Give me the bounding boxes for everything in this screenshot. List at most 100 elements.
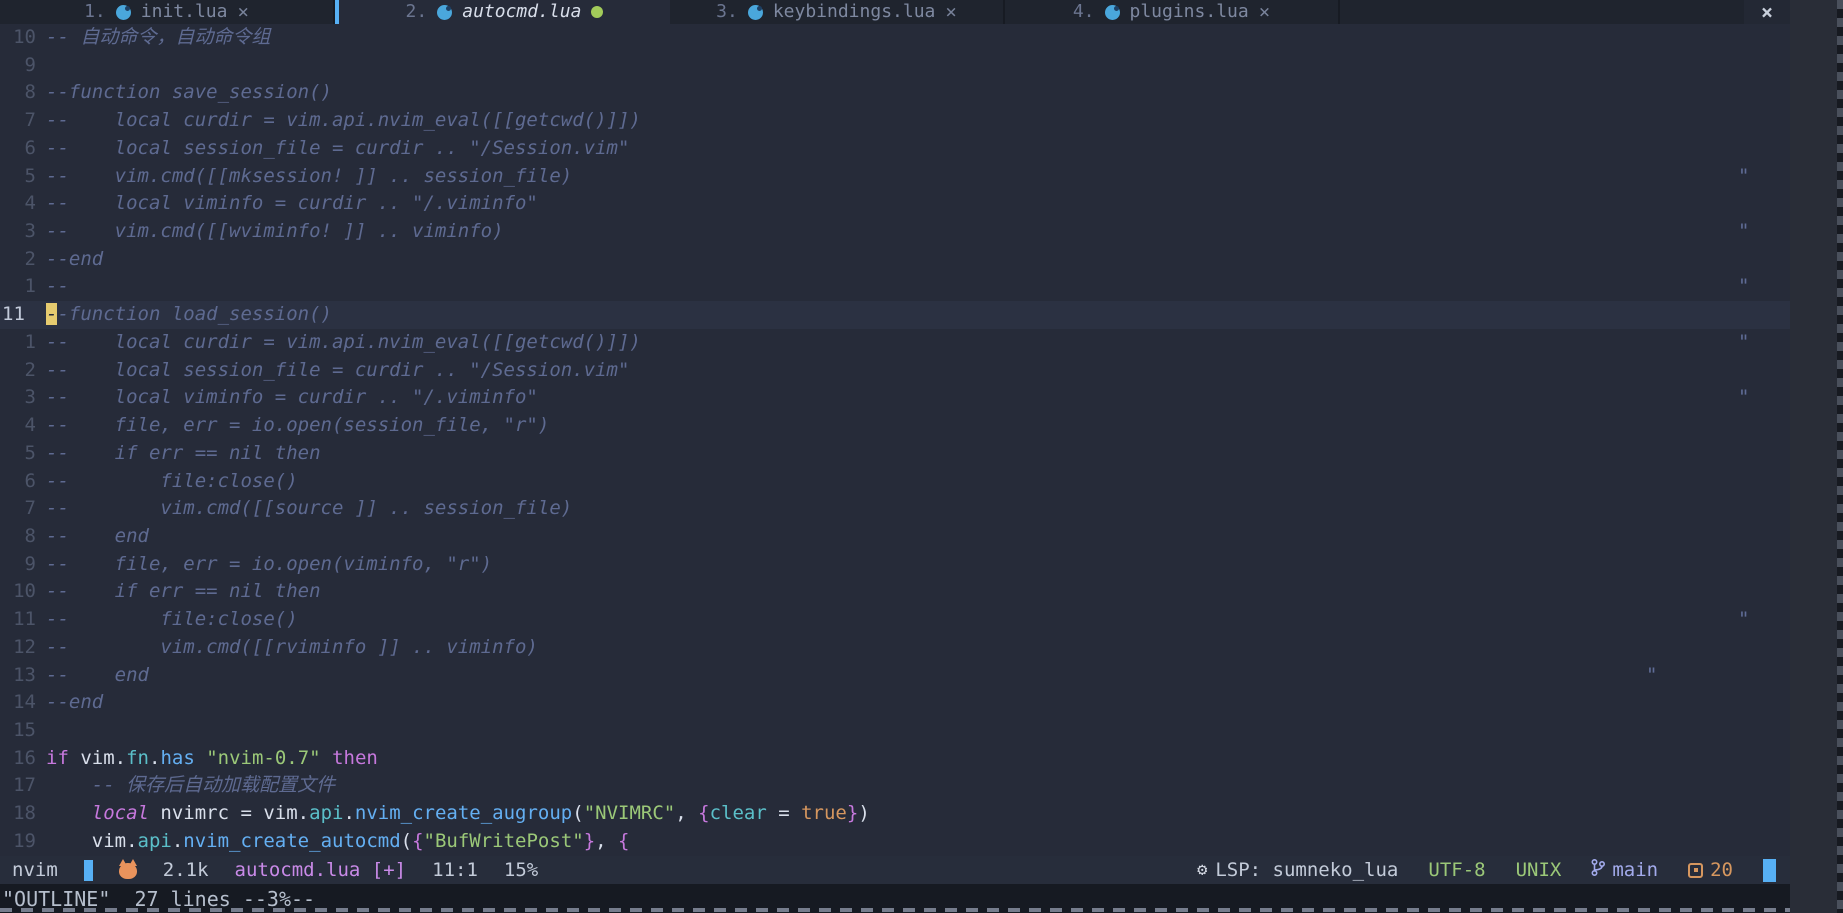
token: {	[412, 829, 424, 852]
eol-quote-mark: "	[1738, 220, 1750, 243]
line-number: 9	[24, 53, 36, 76]
code-text: -- 自动命令，自动命令组	[36, 24, 270, 52]
line-number: 12	[13, 635, 36, 658]
line-number: 6	[24, 136, 36, 159]
statusline-left: nvim 2.1k autocmd.lua [+] 11:1 15%	[0, 856, 538, 884]
token: true	[801, 802, 847, 825]
code-line[interactable]: 5 -- if err == nil then	[0, 440, 1790, 468]
code-text: --	[36, 273, 69, 301]
line-number: 8	[24, 524, 36, 547]
tab-init.lua[interactable]: 1. init.lua ×	[0, 0, 335, 24]
tab-size-label: 20	[1710, 859, 1733, 881]
code-line[interactable]: 9	[0, 52, 1790, 80]
tab-size: 20	[1688, 856, 1733, 884]
tab-keybindings.lua[interactable]: 3. keybindings.lua ×	[670, 0, 1005, 24]
code-line[interactable]: 2 --end	[0, 246, 1790, 274]
code-line[interactable]: 6 -- file:close()	[0, 468, 1790, 496]
token: }	[846, 802, 859, 825]
tab-label: init.lua	[140, 1, 228, 22]
cursor-block-icon	[83, 859, 93, 881]
line-number: 1	[24, 330, 36, 353]
code-line[interactable]: 4 -- file, err = io.open(session_file, "r…	[0, 412, 1790, 440]
token: nvim_create_augroup	[354, 802, 573, 825]
token: -- file, err = io.open(viminfo, "r")	[46, 552, 493, 575]
git-branch: main	[1591, 856, 1658, 884]
main-column: 1. init.lua × 2. autocmd.lua 3. keybindings.lu…	[0, 0, 1790, 913]
command-line: "OUTLINE" 27 lines --3%--	[0, 884, 1790, 913]
code-text: -- local viminfo = curdir .. "/.viminfo"	[36, 384, 538, 412]
code-text: if vim.fn.has "nvim-0.7" then	[36, 745, 378, 773]
token: {	[618, 829, 630, 852]
code-line[interactable]: 4 -- local viminfo = curdir .. "/.viminfo…	[0, 190, 1790, 218]
code-line[interactable]: 8 --function save_session()	[0, 79, 1790, 107]
line-number: 18	[13, 802, 36, 825]
close-all-icon[interactable]: ×	[1744, 0, 1790, 24]
file-encoding: UTF-8	[1428, 859, 1486, 881]
code-line[interactable]: 6 -- local session_file = curdir .. "/Ses…	[0, 135, 1790, 163]
code-line[interactable]: 7 -- vim.cmd([[source ]] .. session_file)	[0, 495, 1790, 523]
token: .	[171, 829, 184, 852]
code-text: -- if err == nil then	[36, 578, 321, 606]
tab-bar: 1. init.lua × 2. autocmd.lua 3. keybindings.lu…	[0, 0, 1790, 24]
code-line[interactable]: 12 -- vim.cmd([[rviminfo ]] .. viminfo)	[0, 634, 1790, 662]
code-text: -- end	[36, 662, 149, 690]
line-number: 5	[24, 164, 36, 187]
token: -- 保存后自动加载配置文件	[46, 774, 336, 797]
scrollbar[interactable]	[1837, 0, 1843, 913]
scroll-percent: 15%	[503, 859, 539, 881]
token: fn	[126, 746, 149, 769]
status-line: nvim 2.1k autocmd.lua [+] 11:1 15% ⚙ LSP: sum…	[0, 856, 1790, 884]
token: -- vim.cmd([[mksession! ]] .. session_fi…	[46, 164, 573, 187]
line-number: 11	[2, 303, 25, 326]
code-line[interactable]: 11 -- file:close() "	[0, 606, 1790, 634]
token: -- vim.cmd([[wviminfo! ]] .. viminfo)	[46, 220, 504, 243]
close-tab-icon[interactable]: ×	[945, 0, 956, 24]
line-number: 7	[24, 497, 36, 520]
code-line[interactable]: 5 -- vim.cmd([[mksession! ]] .. session_f…	[0, 163, 1790, 191]
code-text: vim.api.nvim_create_autocmd({"BufWritePo…	[36, 828, 630, 856]
code-text: --end	[36, 246, 103, 274]
code-line[interactable]: 11 --function load_session()	[0, 301, 1790, 329]
code-line[interactable]: 13 -- end "	[0, 662, 1790, 690]
code-line[interactable]: 17 -- 保存后自动加载配置文件	[0, 772, 1790, 800]
line-number: 5	[24, 441, 36, 464]
close-tab-icon[interactable]: ×	[237, 0, 248, 24]
code-text: -- local curdir = vim.api.nvim_eval([[ge…	[36, 107, 641, 135]
tab-plugins.lua[interactable]: 4. plugins.lua ×	[1005, 0, 1340, 24]
code-text: -- vim.cmd([[rviminfo ]] .. viminfo)	[36, 634, 538, 662]
code-line[interactable]: 9 -- file, err = io.open(viminfo, "r")	[0, 551, 1790, 579]
code-line[interactable]: 16 if vim.fn.has "nvim-0.7" then	[0, 745, 1790, 773]
code-line[interactable]: 18 local nvimrc = vim.api.nvim_create_au…	[0, 800, 1790, 828]
code-line[interactable]: 3 -- local viminfo = curdir .. "/.viminfo…	[0, 384, 1790, 412]
token: -- local viminfo = curdir .. "/.viminfo"	[46, 386, 538, 409]
code-line[interactable]: 2 -- local session_file = curdir .. "/Ses…	[0, 357, 1790, 385]
code-line[interactable]: 10 -- 自动命令，自动命令组	[0, 24, 1790, 52]
line-number: 1	[24, 275, 36, 298]
tab-label: autocmd.lua	[462, 1, 582, 22]
code-line[interactable]: 14 --end	[0, 689, 1790, 717]
cursor-position: 11:1	[432, 859, 478, 881]
code-editor[interactable]: 10 -- 自动命令，自动命令组 9 8 --function save_session…	[0, 24, 1790, 856]
token: .	[148, 746, 161, 769]
token: then	[332, 746, 378, 769]
close-tab-icon[interactable]: ×	[1259, 0, 1270, 24]
line-number: 4	[24, 414, 36, 437]
code-line[interactable]: 19 vim.api.nvim_create_autocmd({"BufWrit…	[0, 828, 1790, 856]
cat-icon	[118, 859, 137, 879]
code-line[interactable]: 15	[0, 717, 1790, 745]
line-number: 8	[24, 81, 36, 104]
right-block-icon	[1763, 858, 1776, 882]
code-line[interactable]: 10 -- if err == nil then	[0, 578, 1790, 606]
code-line[interactable]: 3 -- vim.cmd([[wviminfo! ]] .. viminfo) "	[0, 218, 1790, 246]
code-line[interactable]: 7 -- local curdir = vim.api.nvim_eval([[g…	[0, 107, 1790, 135]
code-line[interactable]: 1 -- local curdir = vim.api.nvim_eval([[g…	[0, 329, 1790, 357]
code-text: -- end	[36, 523, 149, 551]
code-line[interactable]: 8 -- end	[0, 523, 1790, 551]
code-text: -- vim.cmd([[source ]] .. session_file)	[36, 495, 572, 523]
eol-quote-mark: "	[1738, 330, 1750, 353]
code-line[interactable]: 1 -- "	[0, 273, 1790, 301]
tab-autocmd.lua[interactable]: 2. autocmd.lua	[335, 0, 670, 24]
token: --end	[46, 691, 104, 714]
git-branch-icon	[1591, 856, 1606, 884]
